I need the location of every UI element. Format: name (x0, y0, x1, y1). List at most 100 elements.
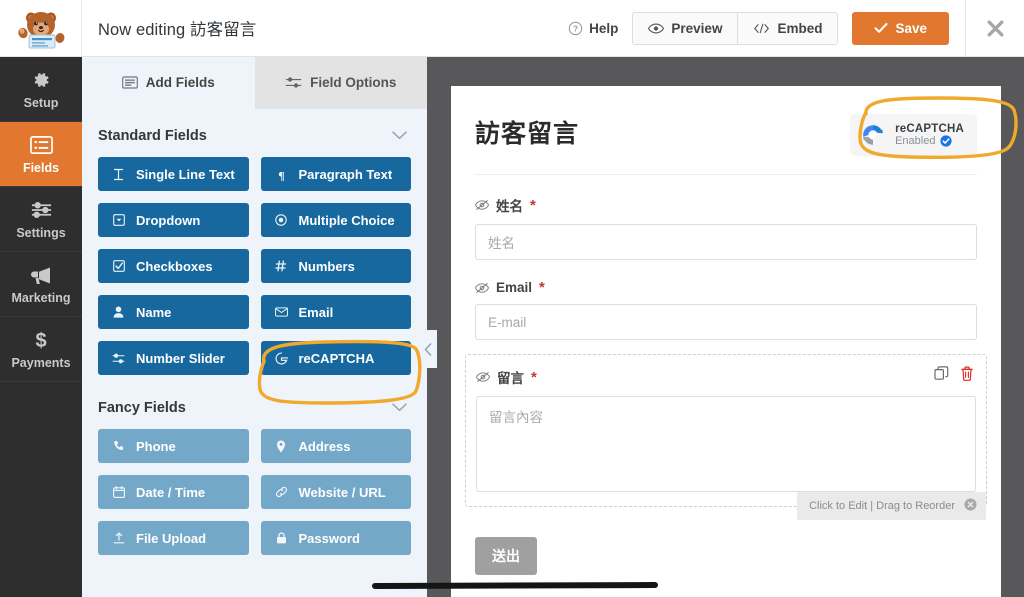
section-header-fancy-fields[interactable]: Fancy Fields (82, 375, 427, 429)
section-header-standard-fields[interactable]: Standard Fields (82, 109, 427, 157)
fancy-fields-grid: Phone Address Date / Time Website / URL (82, 429, 427, 555)
recaptcha-status: Enabled (895, 135, 936, 147)
duplicate-copy-icon[interactable] (934, 366, 949, 386)
field-placeholder: 姓名 (488, 236, 515, 251)
field-button-label: Paragraph Text (298, 166, 393, 182)
field-hover-tooltip: Click to Edit | Drag to Reorder (797, 492, 986, 520)
phone-icon (111, 440, 126, 452)
field-button-single-line-text[interactable]: Single Line Text (98, 157, 249, 191)
field-button-label: Website / URL (298, 484, 386, 500)
svg-text:?: ? (573, 24, 578, 33)
link-icon (274, 486, 289, 498)
embed-button[interactable]: Embed (737, 12, 838, 44)
sidebar-item-fields[interactable]: Fields (0, 122, 82, 187)
field-button-checkboxes[interactable]: Checkboxes (98, 249, 249, 283)
tab-field-options[interactable]: Field Options (254, 57, 427, 109)
sidebar-item-marketing[interactable]: Marketing (0, 252, 82, 317)
tab-add-fields[interactable]: Add Fields (82, 57, 255, 109)
save-label: Save (895, 20, 927, 36)
tooltip-text: Click to Edit | Drag to Reorder (809, 500, 955, 512)
sidebar-item-payments[interactable]: $ Payments (0, 317, 82, 382)
sidebar-label-marketing: Marketing (11, 290, 71, 305)
field-button-recaptcha[interactable]: reCAPTCHA (260, 341, 411, 375)
sidebar-item-settings[interactable]: Settings (0, 187, 82, 252)
checkbox-checked-icon (111, 260, 126, 272)
sliders-icon (30, 199, 53, 222)
required-marker: * (539, 279, 545, 296)
field-button-name[interactable]: Name (98, 295, 249, 329)
field-button-label: Password (298, 530, 360, 546)
help-label: Help (589, 20, 619, 36)
wpforms-form-builder: Now editing 訪客留言 ? Help Preview Embed Sa… (0, 0, 1024, 597)
fields-list-icon (121, 76, 138, 89)
sidebar-label-setup: Setup (23, 95, 59, 110)
field-button-label: Numbers (298, 258, 355, 274)
hash-icon (274, 260, 289, 272)
field-input-name[interactable]: 姓名 (475, 224, 977, 260)
top-bar-actions: ? Help Preview Embed Save (554, 0, 1024, 57)
field-button-paragraph-text[interactable]: ¶ Paragraph Text (260, 157, 411, 191)
form-title: 訪客留言 (475, 120, 580, 148)
form-field-email[interactable]: Email * E-mail (475, 260, 977, 340)
code-brackets-icon (754, 23, 770, 33)
field-button-label: Name (136, 304, 172, 320)
required-marker: * (531, 368, 537, 386)
sliders-icon (285, 77, 302, 88)
form-submit-button[interactable]: 送出 (475, 537, 537, 575)
eye-slash-icon (476, 372, 490, 382)
sidebar-label-settings: Settings (16, 225, 66, 240)
recaptcha-name: reCAPTCHA (895, 123, 964, 135)
field-button-dropdown[interactable]: Dropdown (98, 203, 249, 237)
field-label-row: Email * (475, 280, 977, 295)
map-pin-icon (274, 440, 289, 453)
recaptcha-status-badge[interactable]: reCAPTCHA Enabled (850, 114, 977, 156)
field-button-website-url[interactable]: Website / URL (260, 475, 411, 509)
field-input-email[interactable]: E-mail (475, 304, 977, 340)
radio-button-icon (274, 214, 289, 226)
field-button-number-slider[interactable]: Number Slider (98, 341, 249, 375)
field-label-text: 姓名 (496, 199, 523, 214)
user-icon (111, 306, 126, 318)
form-field-message[interactable]: 留言 * 留言內容 Click to Edit | Drag to Reorde… (465, 354, 987, 520)
text-cursor-icon (111, 168, 126, 181)
field-button-password[interactable]: Password (260, 521, 411, 555)
close-builder-button[interactable] (965, 0, 1024, 57)
field-button-date-time[interactable]: Date / Time (98, 475, 249, 509)
form-field-name[interactable]: 姓名 * 姓名 (475, 175, 977, 260)
preview-label: Preview (671, 20, 723, 36)
megaphone-icon (29, 264, 53, 287)
builder-sidebar: Setup Fields Settings Marketing $ Paymen… (0, 57, 82, 597)
svg-text:¶: ¶ (278, 168, 284, 181)
list-form-icon (29, 134, 53, 157)
save-button[interactable]: Save (852, 11, 949, 45)
collapse-panel-button[interactable] (418, 330, 437, 368)
field-button-label: Phone (136, 438, 176, 454)
field-button-label: Single Line Text (136, 166, 235, 182)
sidebar-item-setup[interactable]: Setup (0, 57, 82, 122)
close-circle-icon[interactable] (964, 498, 977, 514)
chevron-down-icon[interactable] (392, 127, 407, 145)
trash-icon[interactable] (960, 366, 974, 386)
gear-icon (30, 69, 52, 92)
chevron-down-icon[interactable] (392, 399, 407, 417)
field-button-address[interactable]: Address (260, 429, 411, 463)
preview-button[interactable]: Preview (633, 12, 738, 44)
wpforms-logo (0, 0, 82, 57)
field-button-multiple-choice[interactable]: Multiple Choice (260, 203, 411, 237)
field-button-numbers[interactable]: Numbers (260, 249, 411, 283)
field-label-row: 姓名 * (475, 195, 977, 215)
field-label-row: 留言 * (476, 367, 976, 387)
field-button-phone[interactable]: Phone (98, 429, 249, 463)
tab-field-options-label: Field Options (310, 75, 397, 90)
field-button-label: Checkboxes (136, 258, 213, 274)
field-label-text: Email (496, 280, 533, 295)
form-header: 訪客留言 reCAPTCHA Enabled (475, 114, 977, 156)
field-button-file-upload[interactable]: File Upload (98, 521, 249, 555)
add-fields-panel: Add Fields Field Options Standard Fields (82, 57, 427, 597)
tab-add-fields-label: Add Fields (145, 75, 215, 90)
field-textarea-message[interactable]: 留言內容 (476, 396, 976, 492)
field-button-email[interactable]: Email (260, 295, 411, 329)
help-button[interactable]: ? Help (554, 21, 632, 36)
field-label-text: 留言 (497, 371, 524, 386)
form-preview-area: 訪客留言 reCAPTCHA Enabled 姓名 * 姓名 Email * E… (427, 57, 1024, 597)
